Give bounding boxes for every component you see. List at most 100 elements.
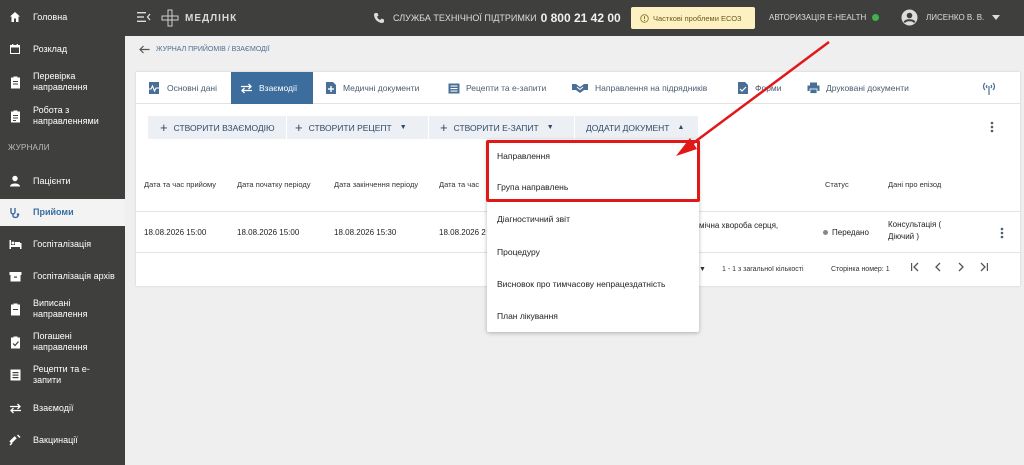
sidebar-item-referrals-work[interactable]: Робота з направленнями [0, 103, 125, 129]
sidebar-section-journals: ЖУРНАЛИ [8, 143, 50, 152]
sidebar-item-issued-referrals[interactable]: Виписані направлення [0, 296, 125, 322]
column-header[interactable]: Статус [825, 180, 849, 189]
sidebar-item-hospitalization[interactable]: Госпіталізація [0, 233, 125, 255]
sidebar-item-label: Головна [33, 11, 68, 22]
menu-item-diagnostic-report[interactable]: Діагностичний звіт [497, 214, 570, 224]
last-page-icon[interactable] [979, 262, 989, 272]
list-icon [448, 83, 460, 94]
prev-page-icon[interactable] [933, 262, 943, 272]
button-label: СТВОРИТИ ВЗАЄМОДІЮ [173, 122, 275, 133]
sidebar-item-label: Пацієнти [33, 175, 71, 186]
tab-printed-documents[interactable]: Друковані документи [807, 72, 909, 104]
sidebar-item-repaid-referrals[interactable]: Погашені направлення [0, 329, 125, 355]
menu-item-treatment-plan[interactable]: План лікування [497, 311, 558, 321]
menu-item-sick-leave[interactable]: Висновок про тимчасову непрацездатність [497, 279, 665, 289]
tab-forms[interactable]: Форми [737, 72, 782, 104]
sidebar-item-schedule[interactable]: Розклад [0, 38, 125, 60]
column-header[interactable]: Дані про епізод [888, 180, 941, 189]
caret-down-icon [992, 15, 1001, 20]
more-options-icon[interactable] [990, 121, 994, 135]
plus-icon: + [295, 119, 303, 135]
caret-down-icon: ▼ [546, 124, 554, 131]
tab-label: Медичні документи [343, 83, 420, 93]
support-phone[interactable]: СЛУЖБА ТЕХНІЧНОЇ ПІДТРИМКИ 0 800 21 42 0… [373, 11, 621, 25]
top-bar: МЕДЛІНК СЛУЖБА ТЕХНІЧНОЇ ПІДТРИМКИ 0 800… [125, 0, 1024, 36]
column-header[interactable]: Дата та час прийому [144, 180, 216, 189]
column-header[interactable]: Дата та час [439, 180, 479, 189]
auth-label: АВТОРИЗАЦІЯ E-HEALTH [769, 13, 867, 22]
toolbar-divider [574, 116, 575, 139]
tab-label: Рецепти та е-запити [466, 83, 547, 93]
antenna-icon[interactable] [982, 80, 996, 98]
sidebar: Головна Розклад Перевірка направлення Ро… [0, 0, 125, 465]
home-icon [8, 10, 22, 24]
syringe-icon [8, 433, 22, 447]
tab-label: Взаємодії [259, 83, 298, 93]
sidebar-item-referral-check[interactable]: Перевірка направлення [0, 69, 125, 95]
sidebar-item-visits[interactable]: Прийоми [0, 199, 125, 226]
support-label: СЛУЖБА ТЕХНІЧНОЇ ПІДТРИМКИ [393, 13, 537, 23]
caret-up-icon: ▲ [677, 124, 685, 131]
form-icon [737, 81, 749, 95]
row-options-icon[interactable] [1000, 227, 1004, 241]
sidebar-item-label: Робота з направленнями [33, 105, 99, 126]
pagination-nav [910, 262, 989, 272]
sidebar-item-interactions[interactable]: Взаємодії [0, 397, 125, 419]
phone-icon [374, 13, 384, 23]
tab-bar: Основні дані Взаємодії Медичні документи… [136, 72, 1020, 104]
button-label: ДОДАТИ ДОКУМЕНТ [586, 122, 670, 133]
person-icon [8, 174, 22, 188]
add-document-button[interactable]: ДОДАТИ ДОКУМЕНТ ▲ [586, 116, 684, 139]
menu-item-procedure[interactable]: Процедуру [497, 247, 540, 257]
menu-collapse-icon[interactable] [137, 11, 151, 25]
create-interaction-button[interactable]: + СТВОРИТИ ВЗАЄМОДІЮ [160, 116, 275, 139]
column-header[interactable]: Дата початку періоду [237, 180, 311, 189]
support-phone-number: 0 800 21 42 00 [540, 11, 621, 25]
tab-contractor-referrals[interactable]: Направлення на підрядників [571, 72, 707, 104]
swap-icon [8, 401, 22, 415]
logo-mark-icon [161, 9, 179, 27]
clipboard-icon [8, 75, 22, 89]
page-number: Сторінка номер: 1 [831, 266, 890, 273]
tab-label: Основні дані [167, 83, 218, 93]
annotation-highlight-box [486, 140, 700, 202]
back-arrow-icon[interactable] [139, 45, 150, 54]
sidebar-item-vaccinations[interactable]: Вакцинації [0, 429, 125, 451]
cell-diagnosis: мічна хвороба серця, [699, 221, 779, 230]
sidebar-item-patients[interactable]: Пацієнти [0, 170, 125, 192]
sidebar-item-hospitalization-archive[interactable]: Госпіталізація архів [0, 265, 125, 287]
cell-episode: Консультація ( Діючий ) [888, 220, 942, 241]
tab-interactions[interactable]: Взаємодії [231, 72, 313, 104]
next-page-icon[interactable] [956, 262, 966, 272]
page-size-caret-icon[interactable]: ▼ [699, 266, 706, 273]
status-dot-icon [823, 230, 828, 236]
stethoscope-icon [8, 206, 22, 220]
app-logo[interactable]: МЕДЛІНК [161, 9, 237, 27]
plus-icon: + [160, 119, 168, 135]
cell-visit-datetime: 18.08.2026 15:00 [144, 228, 207, 237]
tab-main-data[interactable]: Основні дані [148, 72, 217, 104]
pagination-range: 1 - 1 з загальної кількості [722, 266, 804, 273]
plus-icon: + [440, 119, 448, 135]
archive-icon [8, 269, 22, 283]
breadcrumb-text[interactable]: ЖУРНАЛ ПРИЙОМІВ / ВЗАЄМОДІЇ [156, 46, 270, 53]
action-toolbar: + СТВОРИТИ ВЗАЄМОДІЮ + СТВОРИТИ РЕЦЕПТ ▼… [148, 116, 698, 139]
column-header[interactable]: Дата закінчення періоду [334, 180, 418, 189]
user-menu[interactable]: ЛИСЕНКО В. В. [901, 9, 1001, 26]
cell-period-end: 18.08.2026 15:30 [334, 228, 397, 237]
clipboard-check-icon [8, 335, 22, 349]
sidebar-item-home[interactable]: Головна [0, 6, 125, 28]
toolbar-divider [286, 116, 287, 139]
caret-down-icon: ▼ [399, 124, 407, 131]
create-recipe-button[interactable]: + СТВОРИТИ РЕЦЕПТ ▼ [295, 116, 407, 139]
sidebar-item-recipes[interactable]: Рецепти та е- запити [0, 362, 125, 388]
system-warning-badge[interactable]: Часткові проблеми ЕСОЗ [631, 7, 755, 29]
sidebar-item-label: Перевірка направлення [33, 71, 88, 92]
first-page-icon[interactable] [910, 262, 920, 272]
ehealth-auth-status[interactable]: АВТОРИЗАЦІЯ E-HEALTH [769, 13, 880, 22]
tab-recipes[interactable]: Рецепти та е-запити [448, 72, 546, 104]
clipboard-icon [8, 302, 22, 316]
tab-medical-documents[interactable]: Медичні документи [325, 72, 419, 104]
medical-doc-icon [325, 81, 337, 95]
create-erequest-button[interactable]: + СТВОРИТИ Е-ЗАПИТ ▼ [440, 116, 554, 139]
